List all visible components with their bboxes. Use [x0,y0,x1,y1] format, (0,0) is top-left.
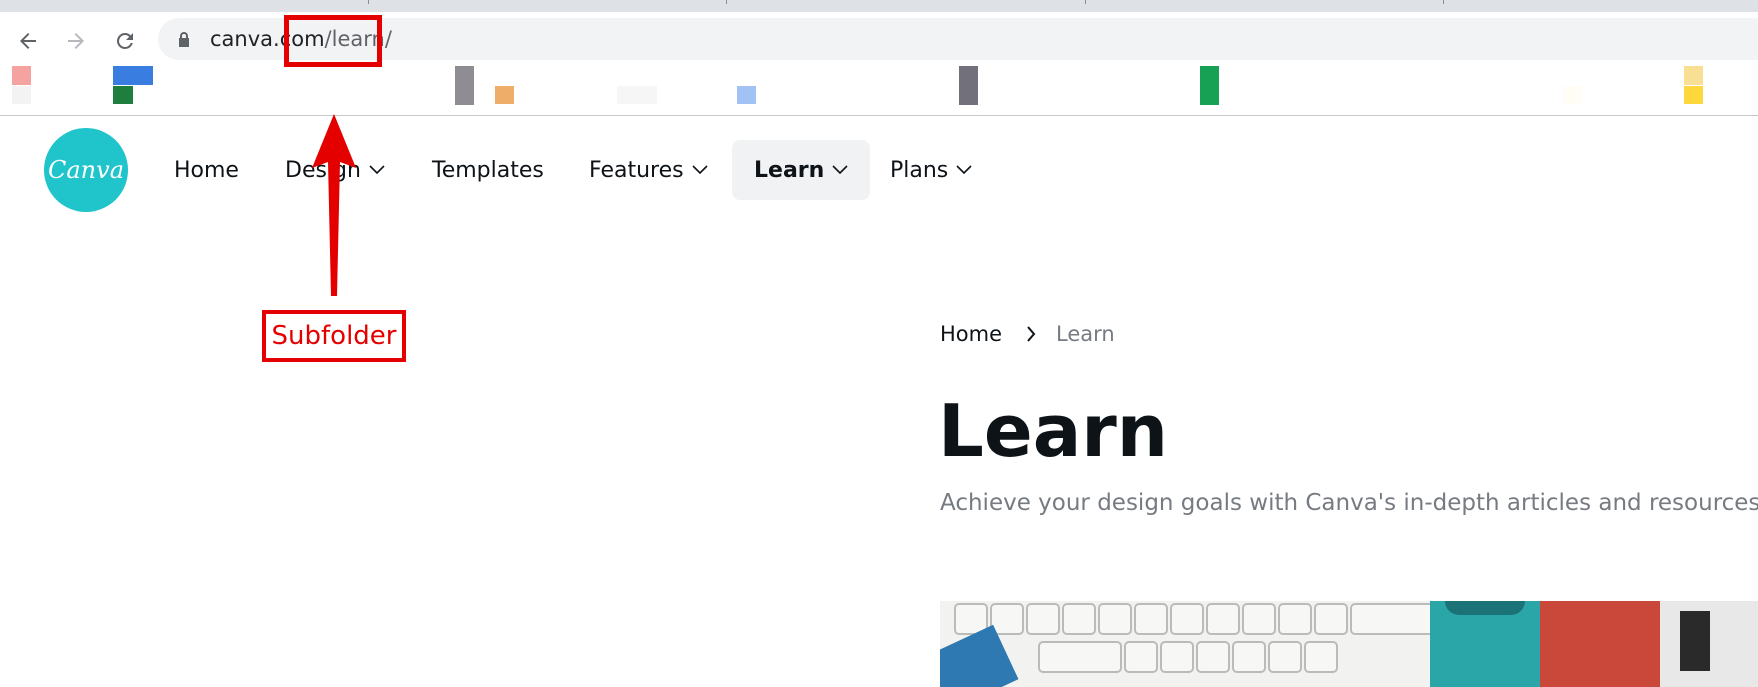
nav-templates[interactable]: Templates [432,140,544,200]
keyboard-key [1304,641,1338,673]
breadcrumb: Home Learn [940,322,1115,346]
tab-separator [1085,0,1086,4]
book-label [1680,611,1710,671]
lock-icon [179,32,189,47]
keyboard-key [1242,603,1276,635]
keyboard-key [1134,603,1168,635]
address-bar[interactable]: canva.com/learn/ [158,18,1758,60]
bookmark-favicon[interactable] [495,86,514,104]
bookmark-favicon[interactable] [12,86,31,104]
keyboard-key [1268,641,1302,673]
chevron-right-icon [1027,326,1036,342]
keyboard-key [1160,641,1194,673]
nav-learn-label: Learn [754,157,825,183]
breadcrumb-home[interactable]: Home [940,322,1002,346]
page-subtitle: Achieve your design goals with Canva's i… [940,490,1758,516]
breadcrumb-current: Learn [1056,322,1115,346]
chevron-down-icon [369,165,385,175]
forward-button[interactable] [61,26,91,56]
keyboard-key [1196,641,1230,673]
reload-icon [117,33,133,49]
teal-book-top [1445,601,1525,615]
bookmark-favicon[interactable] [1684,86,1703,104]
chevron-down-icon [832,165,848,175]
logo-text: Canva [48,156,124,184]
keyboard-key [1278,603,1312,635]
nav-plans-label: Plans [890,157,949,183]
hero-image [940,601,1758,687]
page-title: Learn [938,389,1169,473]
nav-learn[interactable]: Learn [732,140,871,200]
bookmark-favicon[interactable] [113,66,153,85]
arrow-right-icon [68,33,84,49]
tab-separator [1443,0,1444,4]
nav-home-label: Home [174,157,239,183]
tab-separator [726,0,727,4]
keyboard-key [1026,603,1060,635]
bookmark-favicon[interactable] [737,86,756,104]
bookmark-favicon[interactable] [1684,66,1703,85]
browser-toolbar: canva.com/learn/ [0,12,1758,65]
arrow-left-icon [20,33,36,49]
nav-templates-label: Templates [432,157,544,183]
keyboard-key [1170,603,1204,635]
reload-button[interactable] [110,26,140,56]
bookmark-favicon[interactable] [1200,66,1219,105]
bookmark-favicon[interactable] [12,66,31,85]
canva-logo[interactable]: Canva [44,128,128,212]
chevron-down-icon [692,165,708,175]
bookmark-favicon[interactable] [617,86,657,104]
nav-plans[interactable]: Plans [890,140,972,200]
keyboard-key [1098,603,1132,635]
nav-home[interactable]: Home [174,140,239,200]
site-header: Canva Home Design Templates Features Lea… [0,116,1758,226]
annotation-arrow-icon [312,114,356,296]
annotation-label-box: Subfolder [262,310,406,362]
nav-features-label: Features [589,157,684,183]
nav-features[interactable]: Features [589,140,708,200]
keyboard-key [1206,603,1240,635]
keyboard-key [1062,603,1096,635]
keyboard-key [1314,603,1348,635]
red-book [1540,601,1660,687]
tab-separator [368,0,369,4]
bookmark-favicon[interactable] [1563,86,1582,104]
chevron-down-icon [956,165,972,175]
annotation-label: Subfolder [271,321,397,351]
annotation-url-highlight [284,15,382,67]
bookmark-favicon[interactable] [959,66,978,105]
keyboard-key [1038,641,1122,673]
bookmark-favicon[interactable] [455,66,474,105]
browser-tab-strip [0,0,1758,12]
keyboard-key [1350,603,1442,635]
keyboard-key [1124,641,1158,673]
bookmarks-bar [0,65,1758,116]
keyboard-key [1232,641,1266,673]
back-button[interactable] [13,26,43,56]
bookmark-favicon[interactable] [113,86,133,104]
